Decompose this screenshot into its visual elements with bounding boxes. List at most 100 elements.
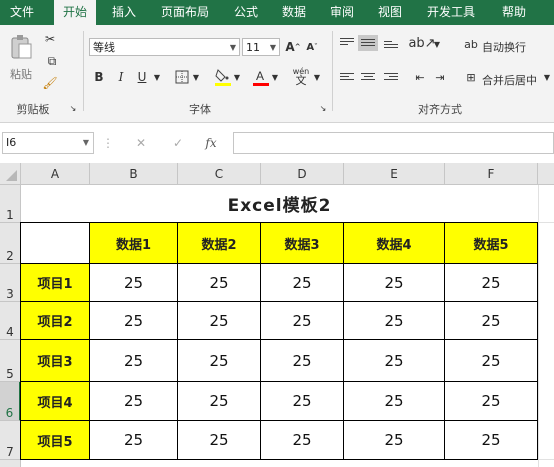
italic-button[interactable]: I <box>114 69 128 85</box>
dialog-launcher-icon[interactable]: ↘ <box>318 103 328 113</box>
row-header-8[interactable] <box>0 460 21 467</box>
select-all-corner[interactable] <box>0 163 21 185</box>
column-header-e[interactable]: E <box>344 163 445 185</box>
paste-icon[interactable] <box>8 33 34 61</box>
value-cell[interactable]: 25 <box>89 339 178 382</box>
row-header-1[interactable]: 1 <box>0 185 21 223</box>
value-cell[interactable]: 25 <box>343 420 445 460</box>
column-header-g[interactable] <box>538 163 554 185</box>
align-middle-icon[interactable] <box>358 35 378 51</box>
row-header-3[interactable]: 3 <box>0 264 21 302</box>
value-cell[interactable]: 25 <box>177 301 261 340</box>
value-cell[interactable]: 25 <box>260 339 344 382</box>
formula-input[interactable] <box>233 132 554 154</box>
tab-view[interactable]: 视图 <box>370 0 410 25</box>
column-label-cell[interactable]: 数据5 <box>444 222 538 264</box>
value-cell[interactable]: 25 <box>343 339 445 382</box>
decrease-font-icon[interactable]: Aˇ <box>304 39 320 55</box>
tab-data[interactable]: 数据 <box>274 0 314 25</box>
format-painter-icon[interactable]: 🖌 <box>42 75 58 91</box>
font-size-select[interactable]: 11 ▼ <box>242 38 280 56</box>
column-header-f[interactable]: F <box>445 163 538 185</box>
confirm-icon[interactable]: ✓ <box>170 135 186 151</box>
value-cell[interactable]: 25 <box>343 263 445 302</box>
value-cell[interactable]: 25 <box>260 301 344 340</box>
value-cell[interactable]: 25 <box>260 381 344 421</box>
chevron-down-icon[interactable]: ▼ <box>270 69 280 85</box>
tab-page-layout[interactable]: 页面布局 <box>152 0 218 25</box>
value-cell[interactable]: 25 <box>444 339 538 382</box>
increase-indent-icon[interactable]: ⇥ <box>432 69 448 85</box>
tab-file[interactable]: 文件 <box>0 0 44 25</box>
wrap-text-icon[interactable]: ab <box>463 36 479 52</box>
bold-button[interactable]: B <box>92 69 106 85</box>
value-cell[interactable]: 25 <box>260 263 344 302</box>
row-label-cell[interactable]: 项目5 <box>20 420 90 460</box>
column-header-b[interactable]: B <box>90 163 178 185</box>
row-label-cell[interactable]: 项目4 <box>20 381 90 421</box>
chevron-down-icon[interactable]: ▼ <box>191 69 201 85</box>
align-top-icon[interactable] <box>340 38 354 48</box>
tab-review[interactable]: 审阅 <box>322 0 362 25</box>
value-cell[interactable]: 25 <box>444 381 538 421</box>
merge-center-icon[interactable]: ⊞ <box>462 69 480 85</box>
value-cell[interactable]: 25 <box>177 420 261 460</box>
value-cell[interactable]: 25 <box>177 263 261 302</box>
table-corner-cell[interactable] <box>20 222 90 264</box>
row-label-cell[interactable]: 项目3 <box>20 339 90 382</box>
copy-icon[interactable]: ⧉ <box>42 53 62 69</box>
tab-developer[interactable]: 开发工具 <box>418 0 484 25</box>
value-cell[interactable]: 25 <box>444 420 538 460</box>
sheet-title[interactable]: Excel模板2 <box>21 185 538 222</box>
value-cell[interactable]: 25 <box>260 420 344 460</box>
value-cell[interactable]: 25 <box>89 381 178 421</box>
row-label-cell[interactable]: 项目1 <box>20 263 90 302</box>
borders-icon[interactable] <box>174 69 190 85</box>
tab-insert[interactable]: 插入 <box>104 0 144 25</box>
insert-function-icon[interactable]: fx <box>203 135 219 151</box>
value-cell[interactable]: 25 <box>177 381 261 421</box>
value-cell[interactable]: 25 <box>89 301 178 340</box>
row-header-6[interactable]: 6 <box>0 382 21 421</box>
merge-center-button[interactable]: 合并后居中 <box>482 72 537 88</box>
column-label-cell[interactable]: 数据3 <box>260 222 344 264</box>
dialog-launcher-icon[interactable]: ↘ <box>68 103 78 113</box>
column-label-cell[interactable]: 数据2 <box>177 222 261 264</box>
value-cell[interactable]: 25 <box>343 301 445 340</box>
value-cell[interactable]: 25 <box>177 339 261 382</box>
row-header-2[interactable]: 2 <box>0 223 21 264</box>
orientation-icon[interactable]: ab↗ <box>408 35 435 51</box>
row-header-4[interactable]: 4 <box>0 302 21 340</box>
fill-color-icon[interactable] <box>214 67 232 87</box>
phonetic-guide-icon[interactable]: wén 文 <box>290 65 312 87</box>
wrap-text-button[interactable]: 自动换行 <box>482 39 526 55</box>
value-cell[interactable]: 25 <box>89 420 178 460</box>
increase-font-icon[interactable]: A ^ <box>285 39 301 55</box>
column-label-cell[interactable]: 数据4 <box>343 222 445 264</box>
row-header-5[interactable]: 5 <box>0 340 21 382</box>
align-right-icon[interactable] <box>384 73 398 83</box>
name-box[interactable]: I6 ▼ <box>2 132 94 154</box>
column-label-cell[interactable]: 数据1 <box>89 222 178 264</box>
chevron-down-icon[interactable]: ▼ <box>542 69 552 85</box>
chevron-down-icon[interactable]: ▼ <box>312 69 322 85</box>
align-left-icon[interactable] <box>340 73 354 83</box>
underline-button[interactable]: U <box>135 69 149 85</box>
tab-formulas[interactable]: 公式 <box>226 0 266 25</box>
value-cell[interactable]: 25 <box>444 301 538 340</box>
decrease-indent-icon[interactable]: ⇤ <box>412 69 428 85</box>
align-center-icon[interactable] <box>361 73 375 83</box>
cancel-icon[interactable]: ✕ <box>133 135 149 151</box>
font-name-select[interactable]: 等线 ▼ <box>89 38 240 56</box>
paste-label[interactable]: 粘贴 <box>10 66 32 82</box>
chevron-down-icon[interactable]: ▼ <box>152 69 162 85</box>
tab-help[interactable]: 帮助 <box>492 0 536 25</box>
chevron-down-icon[interactable]: ▼ <box>432 37 442 51</box>
align-bottom-icon[interactable] <box>384 41 398 51</box>
column-header-d[interactable]: D <box>261 163 344 185</box>
chevron-down-icon[interactable]: ▼ <box>232 69 242 85</box>
cut-icon[interactable]: ✂ <box>42 31 58 47</box>
column-header-c[interactable]: C <box>178 163 261 185</box>
value-cell[interactable]: 25 <box>89 263 178 302</box>
font-color-icon[interactable]: A <box>252 67 270 87</box>
